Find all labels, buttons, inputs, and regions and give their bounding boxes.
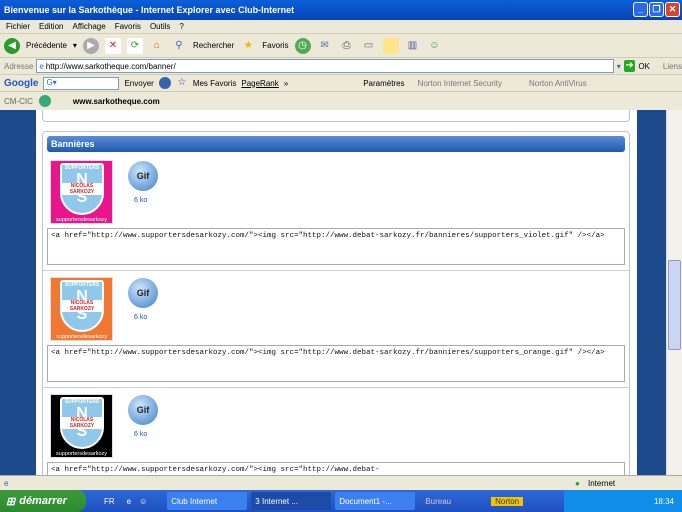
send-button[interactable]: Envoyer xyxy=(124,79,153,88)
page-status-icon: e xyxy=(4,478,9,488)
refresh-icon[interactable]: ⟳ xyxy=(126,37,143,54)
google-search-input[interactable]: G▾ xyxy=(43,76,120,90)
menu-outils[interactable]: Outils xyxy=(150,22,170,31)
banner-image-black[interactable]: SUPPORTERS N NICOLAS SARKOZY Ssupportersdes… xyxy=(50,394,113,458)
embed-code-textarea[interactable]: <a href="http://www.supportersdesarkozy.… xyxy=(47,345,625,382)
language-indicator[interactable]: FR xyxy=(104,497,115,506)
file-size: 6 ko xyxy=(134,314,148,321)
quicklaunch-ie-icon[interactable]: e xyxy=(127,497,131,506)
search-icon[interactable]: ⚲ xyxy=(171,38,187,54)
go-arrow-icon[interactable]: ➜ xyxy=(623,60,636,72)
globe-icon[interactable] xyxy=(158,77,171,89)
section-title: Bannières xyxy=(47,136,625,152)
vertical-scrollbar[interactable] xyxy=(666,110,682,475)
print-icon[interactable]: ⎙ xyxy=(339,38,355,54)
home-icon[interactable]: ⌂ xyxy=(149,38,165,54)
divider xyxy=(42,270,630,271)
favorites-button[interactable]: Favoris xyxy=(262,41,288,50)
cic-label: CM-CIC xyxy=(4,96,33,106)
title-bar: Bienvenue sur la Sarkothèque - Internet … xyxy=(0,0,682,20)
clock: 18:34 xyxy=(653,496,674,506)
maximize-button[interactable]: ❐ xyxy=(649,2,664,17)
search-button[interactable]: Rechercher xyxy=(193,41,234,50)
menu-favoris[interactable]: Favoris xyxy=(115,22,141,31)
minimize-button[interactable]: _ xyxy=(633,2,648,17)
back-button[interactable]: Précédente xyxy=(26,41,67,50)
page-viewport: Bannières SUPPORTERS N NICOLAS SARKOZY Ssup… xyxy=(0,110,666,475)
forward-arrow-icon[interactable]: ▶ xyxy=(82,37,99,54)
zone-label: Internet xyxy=(588,478,616,488)
embed-code-textarea[interactable]: <a href="http://www.supportersdesarkozy.… xyxy=(47,228,625,265)
site-link[interactable]: www.sarkotheque.com xyxy=(73,97,160,106)
links-button[interactable]: Liens xyxy=(663,62,682,71)
gif-download-icon[interactable]: Gif xyxy=(128,278,158,308)
windows-logo-icon: ⊞ xyxy=(6,495,16,508)
ie-page-icon: e xyxy=(39,61,44,71)
divider xyxy=(42,387,630,388)
edit-icon[interactable]: ▭ xyxy=(361,38,377,54)
globe-icon[interactable] xyxy=(38,95,51,107)
address-bar: Adresse e http://www.sarkotheque.com/bann… xyxy=(0,58,682,75)
quicklaunch-messenger-icon[interactable]: ☺ xyxy=(139,497,147,506)
desktop-toolbar[interactable]: Bureau xyxy=(425,497,451,506)
page-body: Bannières SUPPORTERS N NICOLAS SARKOZY Ssup… xyxy=(36,110,637,475)
internet-zone-icon: ● xyxy=(575,478,580,488)
google-logo: Google xyxy=(4,77,39,89)
window-title: Bienvenue sur la Sarkothèque - Internet … xyxy=(4,5,295,15)
address-input[interactable]: e http://www.sarkotheque.com/banner/ xyxy=(36,59,614,73)
taskbar: ⊞ démarrer FR e ☺ Club Internet 3 Interne… xyxy=(0,490,682,512)
embed-code-textarea[interactable]: <a href="http://www.supportersdesarkozy.… xyxy=(47,462,625,475)
history-icon[interactable]: ◷ xyxy=(294,37,311,54)
menu-bar: Fichier Edition Affichage Favoris Outils… xyxy=(0,20,682,34)
menu-edition[interactable]: Edition xyxy=(39,22,63,31)
norton-av-button[interactable]: Norton AntiVirus xyxy=(529,79,587,88)
banner-image-orange[interactable]: SUPPORTERS N NICOLAS SARKOZY Ssupportersdes… xyxy=(50,277,113,341)
gif-download-icon[interactable]: Gif xyxy=(128,395,158,425)
previous-box xyxy=(42,110,630,122)
back-arrow-icon[interactable]: ◀ xyxy=(4,37,20,54)
status-bar: e ● Internet xyxy=(0,475,682,490)
settings-button[interactable]: Paramètres xyxy=(363,79,404,88)
task-club-internet[interactable]: Club Internet xyxy=(167,492,248,510)
google-toolbar: Google G▾ Envoyer ☆ Mes Favoris PageRank… xyxy=(0,75,682,92)
system-tray: 18:34 xyxy=(564,490,682,512)
mail-icon[interactable]: ✉ xyxy=(317,38,333,54)
note-icon[interactable] xyxy=(382,37,399,54)
favorites-star-icon[interactable]: ★ xyxy=(240,38,256,54)
scrollbar-thumb[interactable] xyxy=(668,260,681,350)
standard-toolbar: ◀ Précédente ▾ ▶ ✕ ⟳ ⌂ ⚲ Rechercher ★ Fav… xyxy=(0,34,682,58)
close-button[interactable]: ✕ xyxy=(665,2,680,17)
norton-button[interactable]: Norton xyxy=(491,496,524,506)
cic-toolbar: CM-CIC www.sarkotheque.com xyxy=(0,92,682,110)
file-size: 6 ko xyxy=(134,197,148,204)
go-button[interactable]: OK xyxy=(638,62,650,71)
banner-image-violet[interactable]: SUPPORTERS N NICOLAS SARKOZY Ssupportersdes… xyxy=(50,160,113,224)
menu-fichier[interactable]: Fichier xyxy=(6,22,30,31)
star-icon[interactable]: ☆ xyxy=(176,75,188,91)
task-document1[interactable]: Document1 -... xyxy=(335,492,416,510)
pagerank-indicator: PageRank xyxy=(241,78,279,88)
menu-help[interactable]: ? xyxy=(179,22,183,31)
start-button[interactable]: ⊞ démarrer xyxy=(0,490,86,512)
address-dropdown-icon[interactable]: ▾ xyxy=(617,62,621,71)
messenger-icon[interactable]: ☺ xyxy=(427,38,443,54)
stop-icon[interactable]: ✕ xyxy=(104,37,121,54)
menu-affichage[interactable]: Affichage xyxy=(72,22,105,31)
task-internet-explorer[interactable]: 3 Internet ... xyxy=(251,492,332,510)
gif-download-icon[interactable]: Gif xyxy=(128,161,158,191)
file-size: 6 ko xyxy=(134,431,148,438)
research-icon[interactable]: ▥ xyxy=(405,38,421,54)
address-label: Adresse xyxy=(4,61,34,71)
my-favorites-button[interactable]: Mes Favoris xyxy=(193,79,237,88)
norton-is-button[interactable]: Norton Internet Security xyxy=(418,79,502,88)
